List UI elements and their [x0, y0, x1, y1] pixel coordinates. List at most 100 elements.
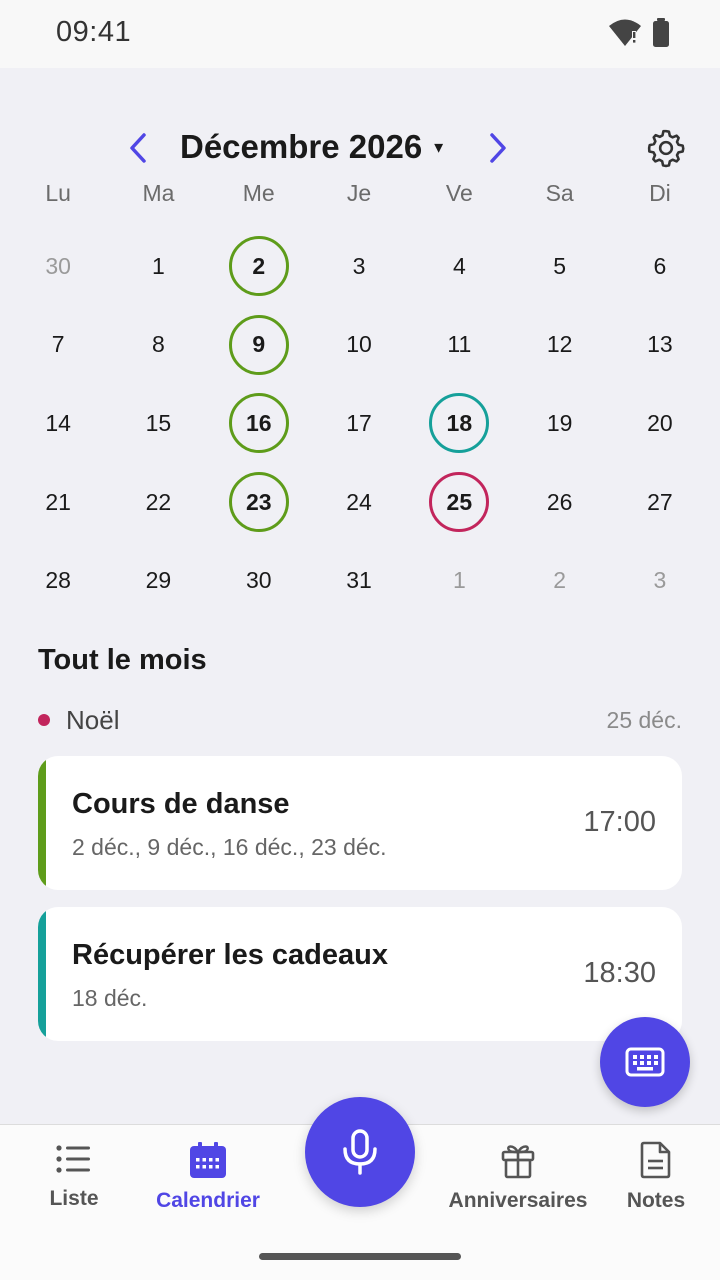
calendar-day[interactable]: 28 — [8, 541, 108, 620]
nav-label: Calendrier — [156, 1189, 260, 1212]
chevron-left-icon — [130, 133, 146, 163]
calendar-day[interactable]: 22 — [108, 463, 208, 542]
calendar-day[interactable]: 25 — [409, 463, 509, 542]
calendar-day[interactable]: 26 — [509, 463, 609, 542]
previous-month-button[interactable] — [118, 124, 158, 172]
nav-label: Liste — [49, 1187, 99, 1210]
calendar-day[interactable]: 11 — [409, 306, 509, 385]
settings-button[interactable] — [642, 124, 690, 172]
weekday-label: Ve — [445, 180, 473, 206]
month-label: Décembre 2026 — [180, 128, 423, 165]
event-time: 17:00 — [583, 806, 656, 838]
nav-item-notes[interactable]: Notes — [622, 1141, 690, 1213]
event-time: 18:30 — [583, 957, 656, 989]
day-number: 3 — [352, 252, 366, 279]
nav-item-liste[interactable]: Liste — [40, 1141, 108, 1211]
calendar-day[interactable]: 23 — [209, 463, 309, 542]
calendar-day[interactable]: 29 — [108, 541, 208, 620]
day-number: 22 — [145, 488, 172, 515]
weekday-header: Lu Ma Me Je Ve Sa Di — [8, 180, 710, 207]
calendar-day[interactable]: 1 — [409, 541, 509, 620]
day-number: 2 — [553, 567, 567, 594]
keyboard-icon — [625, 1047, 665, 1077]
microphone-icon — [343, 1129, 377, 1175]
day-number: 23 — [245, 488, 272, 515]
calendar-day[interactable]: 16 — [209, 384, 309, 463]
weekday-label: Sa — [545, 180, 574, 206]
calendar-icon — [190, 1142, 226, 1178]
calendar-day[interactable]: 10 — [309, 306, 409, 385]
day-number: 4 — [452, 252, 466, 279]
event-card[interactable]: Récupérer les cadeaux 18 déc. 18:30 — [38, 907, 682, 1041]
calendar-day[interactable]: 3 — [309, 227, 409, 306]
calendar-day[interactable]: 21 — [8, 463, 108, 542]
calendar-day[interactable]: 5 — [509, 227, 609, 306]
day-number: 1 — [452, 567, 466, 594]
calendar-day[interactable]: 8 — [108, 306, 208, 385]
day-number: 1 — [152, 252, 165, 279]
nav-label: Notes — [626, 1189, 686, 1212]
holiday-item[interactable]: Noël 25 déc. — [38, 700, 682, 740]
calendar-day[interactable]: 31 — [309, 541, 409, 620]
event-card[interactable]: Cours de danse 2 déc., 9 déc., 16 déc., … — [38, 756, 682, 890]
voice-input-button[interactable] — [305, 1097, 415, 1207]
calendar-day[interactable]: 2 — [209, 227, 309, 306]
calendar-day[interactable]: 6 — [610, 227, 710, 306]
calendar-day[interactable]: 3 — [610, 541, 710, 620]
calendar-day[interactable]: 13 — [610, 306, 710, 385]
day-number: 2 — [252, 252, 266, 279]
calendar-day[interactable]: 1 — [108, 227, 208, 306]
event-title: Cours de danse — [72, 788, 290, 820]
status-icons — [608, 18, 670, 53]
day-number: 16 — [245, 409, 272, 436]
keyboard-input-button[interactable] — [600, 1017, 690, 1107]
weekday-label: Je — [346, 180, 372, 206]
day-number: 29 — [145, 567, 172, 594]
weekday-label: Lu — [45, 180, 71, 206]
calendar-day[interactable]: 20 — [610, 384, 710, 463]
day-number: 27 — [647, 488, 673, 515]
gift-icon — [501, 1145, 535, 1179]
day-number: 24 — [346, 488, 372, 515]
calendar-day[interactable]: 12 — [509, 306, 609, 385]
holiday-name: Noël — [66, 704, 120, 735]
status-bar: 09:41 — [0, 0, 720, 68]
weekday-label: Di — [649, 180, 671, 206]
calendar-day[interactable]: 4 — [409, 227, 509, 306]
next-month-button[interactable] — [478, 124, 518, 172]
calendar-day[interactable]: 7 — [8, 306, 108, 385]
day-number: 20 — [647, 409, 673, 436]
caret-down-icon: ▾ — [434, 136, 444, 157]
event-dates: 18 déc. — [72, 985, 148, 1011]
day-number: 5 — [553, 252, 567, 279]
weekday-label: Me — [242, 180, 275, 206]
nav-item-anniversaires[interactable]: Anniversaires — [446, 1141, 590, 1213]
day-number: 12 — [546, 331, 573, 358]
day-number: 31 — [346, 567, 372, 594]
day-number: 25 — [446, 488, 473, 515]
calendar-day[interactable]: 27 — [610, 463, 710, 542]
calendar-day[interactable]: 2 — [509, 541, 609, 620]
month-selector[interactable]: Décembre 2026 ▾ — [180, 128, 443, 166]
calendar-day[interactable]: 15 — [108, 384, 208, 463]
calendar-header: Décembre 2026 ▾ — [0, 118, 720, 178]
nav-item-calendrier[interactable]: Calendrier — [150, 1141, 266, 1213]
calendar-day[interactable]: 24 — [309, 463, 409, 542]
status-time: 09:41 — [56, 16, 132, 48]
calendar-day[interactable]: 18 — [409, 384, 509, 463]
calendar-day[interactable]: 17 — [309, 384, 409, 463]
day-number: 19 — [546, 409, 573, 436]
day-number: 13 — [647, 331, 673, 358]
wifi-alert-icon — [608, 19, 642, 52]
day-number: 15 — [145, 409, 172, 436]
calendar-day[interactable]: 14 — [8, 384, 108, 463]
nav-label: Anniversaires — [448, 1189, 588, 1212]
event-color-bar — [38, 756, 46, 890]
calendar-day[interactable]: 9 — [209, 306, 309, 385]
day-number: 9 — [252, 331, 266, 358]
holiday-date: 25 déc. — [606, 706, 682, 733]
calendar-day[interactable]: 30 — [8, 227, 108, 306]
section-title: Tout le mois — [38, 644, 207, 676]
calendar-day[interactable]: 19 — [509, 384, 609, 463]
calendar-day[interactable]: 30 — [209, 541, 309, 620]
